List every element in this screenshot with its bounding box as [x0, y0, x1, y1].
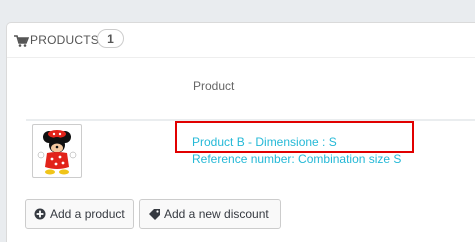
highlight-annotation-box [175, 121, 414, 153]
tag-icon [148, 208, 160, 220]
add-discount-button[interactable]: Add a new discount [139, 199, 281, 229]
product-thumbnail[interactable] [32, 124, 82, 178]
product-reference-link[interactable]: Reference number: Combination size S [192, 152, 401, 166]
plus-circle-icon [34, 208, 46, 220]
minnie-mouse-product-image [37, 130, 77, 175]
column-header-product: Product [193, 79, 235, 93]
add-discount-label: Add a new discount [164, 207, 269, 221]
add-product-label: Add a product [50, 207, 125, 221]
add-product-button[interactable]: Add a product [25, 199, 134, 229]
panel-title: PRODUCTS [30, 33, 99, 47]
panel-heading: PRODUCTS 1 [7, 23, 475, 58]
shopping-cart-icon [14, 34, 30, 47]
product-count-badge: 1 [97, 29, 124, 48]
